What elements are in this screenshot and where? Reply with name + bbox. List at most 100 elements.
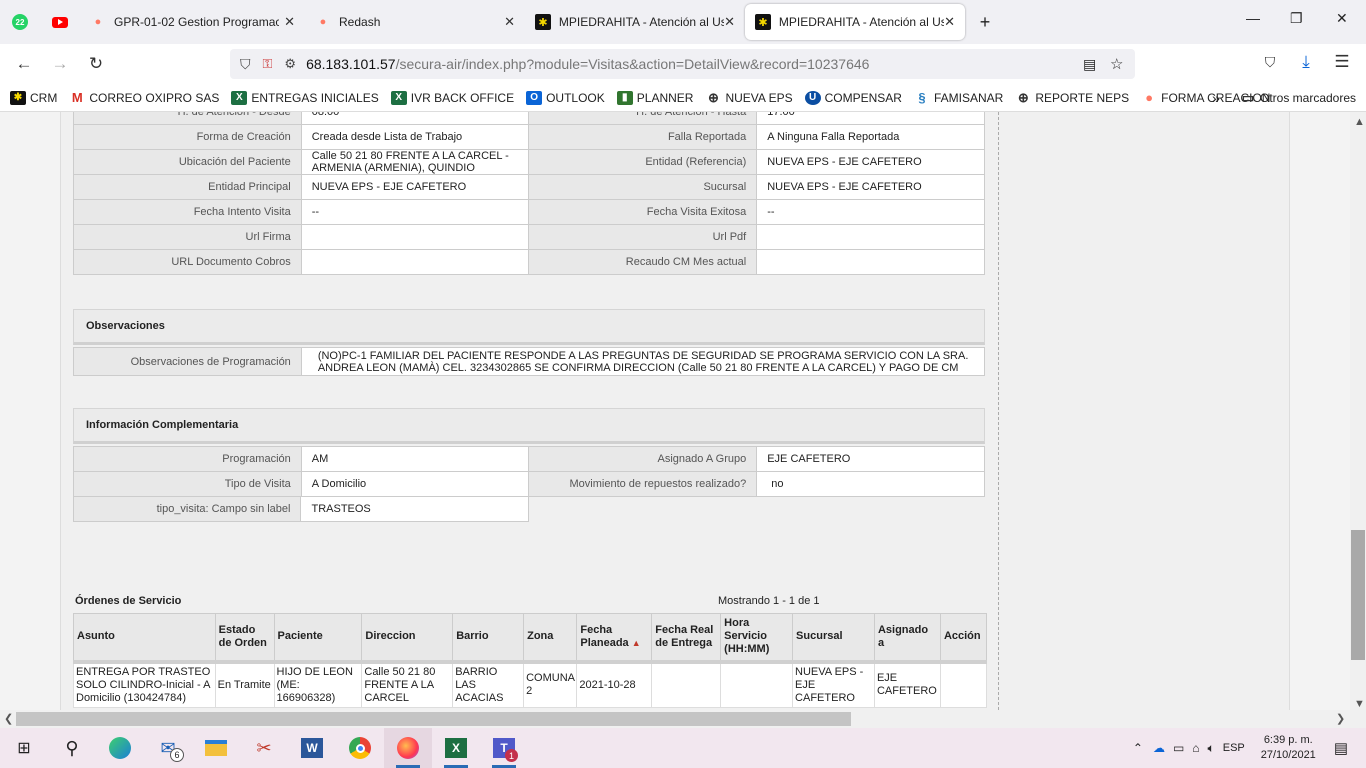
cell-asunto[interactable]: ENTREGA POR TRASTEO SOLO CILINDRO-Inicia… (73, 661, 216, 708)
detail-row: Fecha Intento Visita -- Fecha Visita Exi… (73, 199, 985, 225)
taskbar-mail[interactable]: ✉ 6 (144, 728, 192, 768)
orders-count: Mostrando 1 - 1 de 1 (718, 595, 820, 607)
scroll-down-icon[interactable]: ▼ (1354, 698, 1365, 710)
firefox-icon (397, 737, 419, 759)
orders-title: Órdenes de Servicio (75, 595, 182, 607)
shield-icon[interactable]: ⛉ (240, 56, 251, 73)
maximize-icon[interactable]: ❐ (1290, 10, 1303, 27)
taskbar-snip[interactable]: ✂ (240, 728, 288, 768)
notifications-icon[interactable]: ▤ (1334, 739, 1348, 757)
col-paciente[interactable]: Paciente (273, 613, 363, 664)
search-button[interactable]: ⚲ (48, 728, 96, 768)
taskbar-firefox[interactable] (384, 728, 432, 768)
col-direccion[interactable]: Direccion (361, 613, 454, 664)
onedrive-icon[interactable]: ☁ (1153, 741, 1165, 755)
taskbar-edge[interactable] (96, 728, 144, 768)
chevron-up-icon[interactable]: ⌃ (1133, 741, 1143, 755)
bookmarks-bar: ✱ CRM M CORREO OXIPRO SAS X ENTREGAS INICIA… (0, 84, 1366, 112)
star-icon[interactable]: ☆ (1110, 55, 1123, 73)
clock[interactable]: 6:39 p. m. 27/10/2021 (1261, 733, 1316, 763)
bookmark-outlook[interactable]: O OUTLOOK (526, 90, 605, 105)
excel-icon: X (231, 90, 248, 105)
scroll-left-icon[interactable]: ❮ (4, 712, 13, 725)
table-row: ENTREGA POR TRASTEO SOLO CILINDRO-Inicia… (73, 661, 988, 708)
cell-paciente[interactable]: HIJO DE LEON (ME: 166906328) (273, 661, 363, 708)
chevron-right-icon[interactable]: » (1212, 90, 1220, 106)
globe-icon: ⊕ (1017, 89, 1029, 105)
bookmark-planner[interactable]: ▮ PLANNER (616, 90, 693, 105)
detail-row: URL Documento Cobros Recaudo CM Mes actu… (73, 249, 985, 275)
taskbar-teams[interactable]: T1 (480, 728, 528, 768)
bookmark-crm[interactable]: ✱ CRM (10, 90, 57, 105)
bookmark-nueva-eps[interactable]: ⊕ NUEVA EPS (705, 89, 793, 105)
bookmark-correo[interactable]: M CORREO OXIPRO SAS (69, 90, 219, 105)
col-asignado[interactable]: Asignado a (873, 613, 941, 664)
permissions-icon[interactable]: ⚙ (284, 56, 296, 72)
col-fecha-planeada[interactable]: Fecha Planeada ▲ (576, 613, 653, 664)
detail-row: Entidad Principal NUEVA EPS - EJE CAFETE… (73, 174, 985, 200)
minimize-icon[interactable]: — (1246, 10, 1260, 26)
complementaria-table: Programación AM Asignado A Grupo EJE CAF… (73, 446, 985, 497)
tab-redash[interactable]: ● Redash ✕ (305, 4, 525, 40)
url-bar[interactable]: ⛉ ⚿ ⚙ 68.183.101.57/secura-air/index.php… (230, 49, 1135, 79)
taskbar: ⊞ ⚲ ✉ 6 ✂ W X T1 ⌃ ☁ ▭ ⌂ 🔈︎ ESP 6:39 p. m… (0, 728, 1366, 768)
bookmark-famisanar[interactable]: § FAMISANAR (914, 90, 1003, 105)
col-hora[interactable]: Hora Servicio (HH:MM) (720, 613, 794, 664)
horizontal-scroll-thumb[interactable] (16, 712, 851, 726)
language-indicator[interactable]: ESP (1223, 742, 1245, 754)
outlook-icon: O (526, 90, 543, 105)
menu-icon[interactable]: ☰ (1324, 52, 1360, 72)
tab-gpr[interactable]: ● GPR-01-02 Gestion Programacion ✕ (80, 4, 305, 40)
bookmark-reporte-neps[interactable]: ⊕ REPORTE NEPS (1015, 89, 1129, 105)
taskbar-word[interactable]: W (288, 728, 336, 768)
excel-icon: X (445, 738, 467, 758)
download-icon[interactable]: ⤓ (1288, 52, 1324, 72)
col-asunto[interactable]: Asunto (73, 613, 216, 664)
forward-icon[interactable]: → (42, 54, 78, 74)
sort-asc-icon: ▲ (631, 637, 641, 648)
col-fecha-real[interactable]: Fecha Real de Entrega (651, 613, 722, 664)
bookmark-compensar[interactable]: U COMPENSAR (804, 90, 902, 105)
col-sucursal[interactable]: Sucursal (792, 613, 875, 664)
tab-mpiedrahita-2[interactable]: ✱ MPIEDRAHITA - Atención al Usuario ✕ (745, 4, 965, 40)
bookmark-ivr[interactable]: X IVR BACK OFFICE (390, 90, 514, 105)
taskbar-chrome[interactable] (336, 728, 384, 768)
bookmark-entregas[interactable]: X ENTREGAS INICIALES (231, 90, 379, 105)
tab-mpiedrahita-1[interactable]: ✱ MPIEDRAHITA - Atención al Usuario ✕ (525, 4, 745, 40)
volume-icon[interactable]: 🔈︎ (1208, 741, 1215, 756)
close-icon[interactable]: ✕ (724, 14, 735, 30)
redash-icon: ● (94, 16, 102, 28)
insecure-lock-icon[interactable]: ⚿ (263, 56, 273, 72)
globe-icon: ⊕ (708, 89, 719, 105)
compensar-icon: U (804, 90, 821, 105)
paw-icon: ✱ (535, 14, 551, 30)
reload-icon[interactable]: ↻ (78, 54, 114, 74)
folder-icon: ▭ (1241, 89, 1255, 105)
col-barrio[interactable]: Barrio (452, 613, 525, 664)
close-icon[interactable]: ✕ (504, 14, 515, 30)
pinned-tab-whatsapp[interactable]: 22 (0, 4, 40, 40)
close-icon[interactable]: ✕ (944, 14, 955, 30)
close-window-icon[interactable]: ✕ (1336, 10, 1348, 27)
taskbar-excel[interactable]: X (432, 728, 480, 768)
col-zona[interactable]: Zona (523, 613, 578, 664)
vertical-scroll-thumb[interactable] (1351, 530, 1365, 660)
pocket-icon[interactable]: ⛉ (1252, 54, 1288, 71)
scroll-up-icon[interactable]: ▲ (1354, 116, 1365, 128)
reader-view-icon[interactable]: ▤ (1083, 56, 1096, 73)
col-estado[interactable]: Estado de Orden (214, 613, 275, 664)
scroll-right-icon[interactable]: ❯ (1336, 712, 1345, 725)
detail-table: H. de Atención - Desde 08:00 H. de Atenc… (73, 112, 985, 275)
scissors-icon: ✂ (256, 737, 272, 758)
battery-icon[interactable]: ▭ (1173, 741, 1184, 755)
detail-row: Ubicación del Paciente Calle 50 21 80 FR… (73, 149, 985, 175)
network-icon[interactable]: ⌂ (1192, 741, 1199, 755)
close-icon[interactable]: ✕ (284, 14, 295, 30)
start-button[interactable]: ⊞ (0, 728, 48, 768)
taskbar-explorer[interactable] (192, 728, 240, 768)
back-icon[interactable]: ← (6, 54, 42, 74)
observaciones-table: Observaciones de Programación (NO)PC-1 F… (73, 347, 986, 376)
bookmark-other[interactable]: ▭ Otros marcadores (1240, 89, 1356, 105)
pinned-tab-youtube[interactable] (40, 4, 80, 40)
new-tab-button[interactable]: + (965, 4, 1005, 40)
